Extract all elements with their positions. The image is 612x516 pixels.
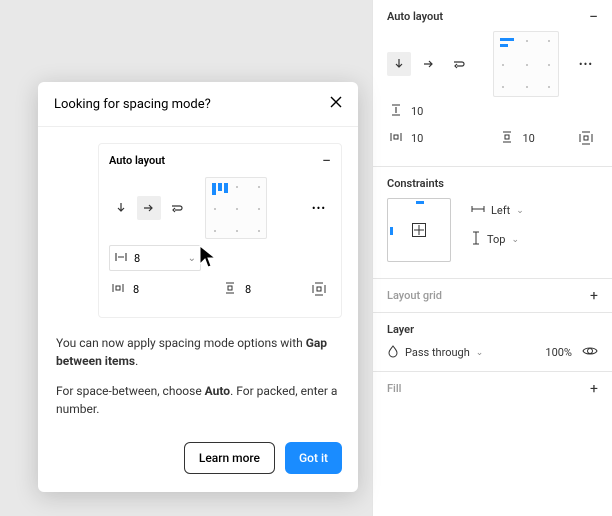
constraint-h-value: Left bbox=[491, 204, 510, 217]
padding-v-icon bbox=[221, 281, 239, 298]
direction-horizontal-button[interactable] bbox=[137, 196, 161, 220]
onboarding-modal: Looking for spacing mode? Auto layout − bbox=[38, 82, 358, 492]
constraint-v-dropdown[interactable]: Top ⌄ bbox=[471, 231, 524, 248]
section-fill: Fill + bbox=[373, 372, 612, 405]
gap-input[interactable]: 8 ⌄ bbox=[109, 245, 201, 271]
gap-field[interactable]: 10 bbox=[387, 103, 451, 120]
section-title: Fill bbox=[387, 382, 401, 395]
chevron-down-icon: ⌄ bbox=[188, 253, 196, 264]
alignment-box[interactable] bbox=[205, 177, 267, 239]
padding-h-field[interactable]: 10 bbox=[387, 131, 457, 146]
learn-more-button[interactable]: Learn more bbox=[184, 442, 275, 474]
gap-value: 8 bbox=[134, 252, 140, 265]
padding-h-icon bbox=[387, 131, 405, 146]
close-button[interactable] bbox=[330, 96, 342, 112]
mini-autolayout-panel: Auto layout − bbox=[98, 143, 342, 318]
section-constraints: Constraints Left ⌄ Top ⌄ bbox=[373, 167, 612, 279]
direction-wrap-button[interactable] bbox=[165, 196, 189, 220]
add-layout-grid-button[interactable]: + bbox=[590, 290, 598, 302]
modal-title: Looking for spacing mode? bbox=[54, 97, 211, 112]
modal-body: You can now apply spacing mode options w… bbox=[38, 318, 358, 418]
more-button[interactable]: ••• bbox=[307, 196, 331, 220]
padding-v-field[interactable]: 8 bbox=[221, 281, 291, 298]
blend-mode-value: Pass through bbox=[405, 346, 470, 359]
constraint-h-icon bbox=[471, 204, 485, 217]
padding-v-icon bbox=[498, 130, 516, 147]
alignment-box[interactable] bbox=[493, 31, 559, 97]
padding-h-icon bbox=[109, 282, 127, 297]
gap-horizontal-icon bbox=[114, 251, 128, 266]
direction-wrap-button[interactable] bbox=[447, 52, 471, 76]
opacity-value[interactable]: 100% bbox=[545, 346, 572, 359]
direction-vertical-button[interactable] bbox=[109, 196, 133, 220]
section-title: Constraints bbox=[387, 177, 444, 190]
section-title: Layer bbox=[387, 323, 414, 336]
gap-value: 10 bbox=[411, 105, 451, 118]
section-auto-layout: Auto layout − bbox=[373, 0, 612, 167]
inspector-panel: Auto layout − bbox=[372, 0, 612, 516]
padding-h-value: 10 bbox=[411, 132, 451, 145]
got-it-button[interactable]: Got it bbox=[285, 442, 342, 474]
chevron-down-icon: ⌄ bbox=[516, 206, 524, 216]
constraint-v-icon bbox=[471, 231, 481, 248]
section-title: Layout grid bbox=[387, 289, 442, 302]
padding-v-field[interactable]: 10 bbox=[498, 130, 568, 147]
padding-v-value: 10 bbox=[522, 132, 562, 145]
chevron-down-icon: ⌄ bbox=[476, 348, 484, 358]
add-fill-button[interactable]: + bbox=[590, 383, 598, 395]
gap-vertical-icon bbox=[387, 103, 405, 120]
section-title: Auto layout bbox=[387, 10, 443, 23]
blend-mode-dropdown[interactable]: Pass through ⌄ bbox=[387, 344, 483, 361]
chevron-down-icon: ⌄ bbox=[511, 235, 519, 245]
more-button[interactable]: ••• bbox=[574, 52, 598, 76]
section-title: Auto layout bbox=[109, 154, 165, 167]
constraint-h-dropdown[interactable]: Left ⌄ bbox=[471, 204, 524, 217]
section-layout-grid: Layout grid + bbox=[373, 279, 612, 313]
individual-padding-button[interactable] bbox=[307, 277, 331, 301]
constraints-box[interactable] bbox=[387, 198, 451, 262]
collapse-icon[interactable]: − bbox=[322, 156, 331, 166]
direction-vertical-button[interactable] bbox=[387, 52, 411, 76]
visibility-icon[interactable] bbox=[582, 345, 598, 360]
blend-icon bbox=[387, 344, 399, 361]
padding-h-field[interactable]: 8 bbox=[109, 282, 179, 297]
collapse-icon[interactable]: − bbox=[589, 12, 598, 22]
direction-horizontal-button[interactable] bbox=[417, 52, 441, 76]
section-layer: Layer Pass through ⌄ 100% bbox=[373, 313, 612, 372]
constraint-v-value: Top bbox=[487, 233, 505, 246]
padding-v-value: 8 bbox=[245, 283, 251, 296]
padding-h-value: 8 bbox=[133, 283, 139, 296]
individual-padding-button[interactable] bbox=[574, 126, 598, 150]
